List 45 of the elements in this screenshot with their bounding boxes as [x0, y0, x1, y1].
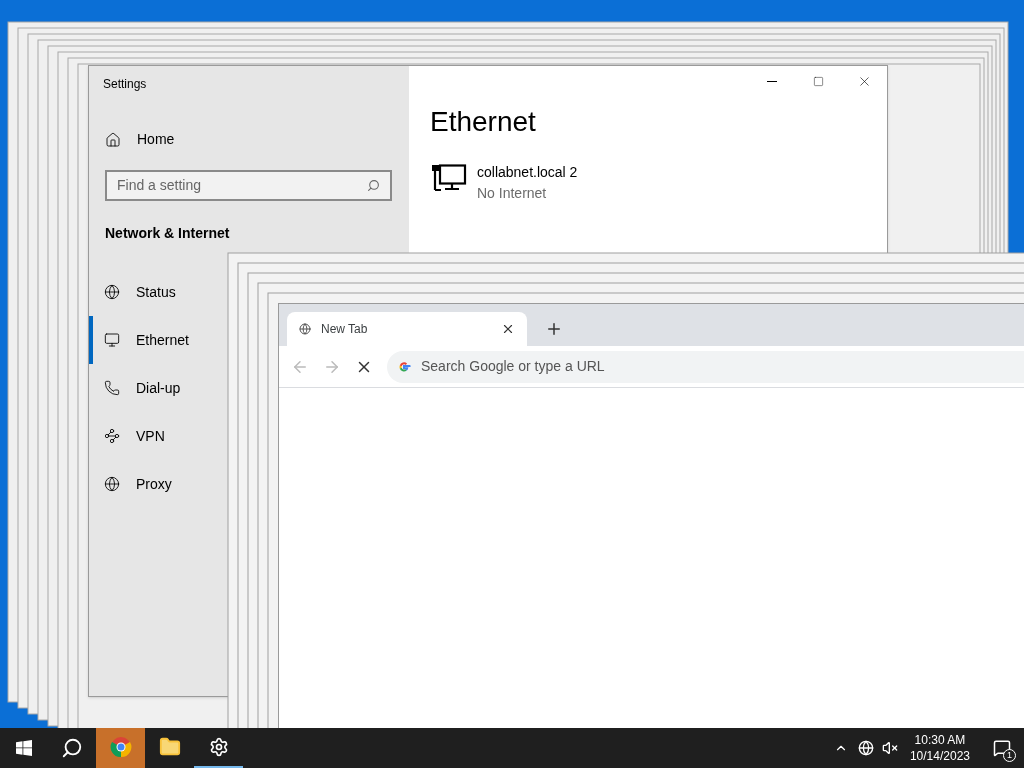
- search-input[interactable]: Find a setting: [117, 175, 367, 196]
- connection-status: No Internet: [477, 184, 548, 203]
- search-field[interactable]: Find a setting: [105, 170, 392, 201]
- clock-time: 10:30 AM: [914, 732, 966, 748]
- google-g-icon: [397, 359, 411, 374]
- globe-icon: [104, 284, 120, 300]
- new-tab-icon[interactable]: [545, 320, 563, 338]
- nodes-icon: [104, 428, 120, 444]
- windows-logo-icon: [16, 740, 32, 756]
- settings-icon: [208, 737, 229, 757]
- home-link[interactable]: Home: [105, 129, 175, 150]
- browser-tab[interactable]: New Tab: [287, 312, 527, 346]
- nav-item[interactable]: Dial-up: [89, 364, 221, 412]
- close-icon[interactable]: [501, 322, 515, 336]
- section-heading: Network & Internet: [105, 224, 231, 243]
- connection-name: collabnet.local 2: [477, 163, 578, 182]
- globe-icon: [104, 476, 120, 492]
- connection-item[interactable]: collabnet.local 2 No Internet: [431, 162, 578, 204]
- monitor-icon: [104, 332, 120, 348]
- phone-icon: [104, 380, 120, 396]
- folder-icon: [158, 736, 181, 758]
- clock[interactable]: 10:30 AM 10/14/2023: [905, 732, 974, 764]
- speaker-muted-icon: [881, 740, 898, 756]
- window-title: Settings: [103, 76, 148, 93]
- message-icon: [993, 739, 1011, 757]
- minimize-icon: [767, 80, 777, 82]
- omnibox[interactable]: Search Google or type a URL: [387, 350, 1024, 383]
- nav-item[interactable]: VPN: [89, 412, 221, 460]
- notification-count: 1: [1003, 749, 1016, 762]
- home-icon: [105, 131, 121, 148]
- address-input[interactable]: Search Google or type a URL: [421, 356, 1016, 377]
- tab-title: New Tab: [321, 321, 369, 338]
- nav-item[interactable]: Status: [89, 268, 221, 316]
- page-title: Ethernet: [430, 108, 537, 136]
- nav-item[interactable]: Ethernet: [89, 316, 221, 364]
- chrome-logo-icon: [109, 736, 132, 758]
- globe-icon: [299, 323, 311, 335]
- network-monitor-icon: [431, 164, 467, 192]
- clock-date: 10/14/2023: [909, 748, 970, 764]
- maximize-icon: [812, 75, 824, 87]
- nav-item[interactable]: Proxy: [89, 460, 221, 508]
- notifications-button[interactable]: 1: [980, 728, 1024, 768]
- search-icon: [367, 179, 380, 192]
- network-icon[interactable]: [857, 740, 874, 756]
- search-icon: [61, 737, 83, 759]
